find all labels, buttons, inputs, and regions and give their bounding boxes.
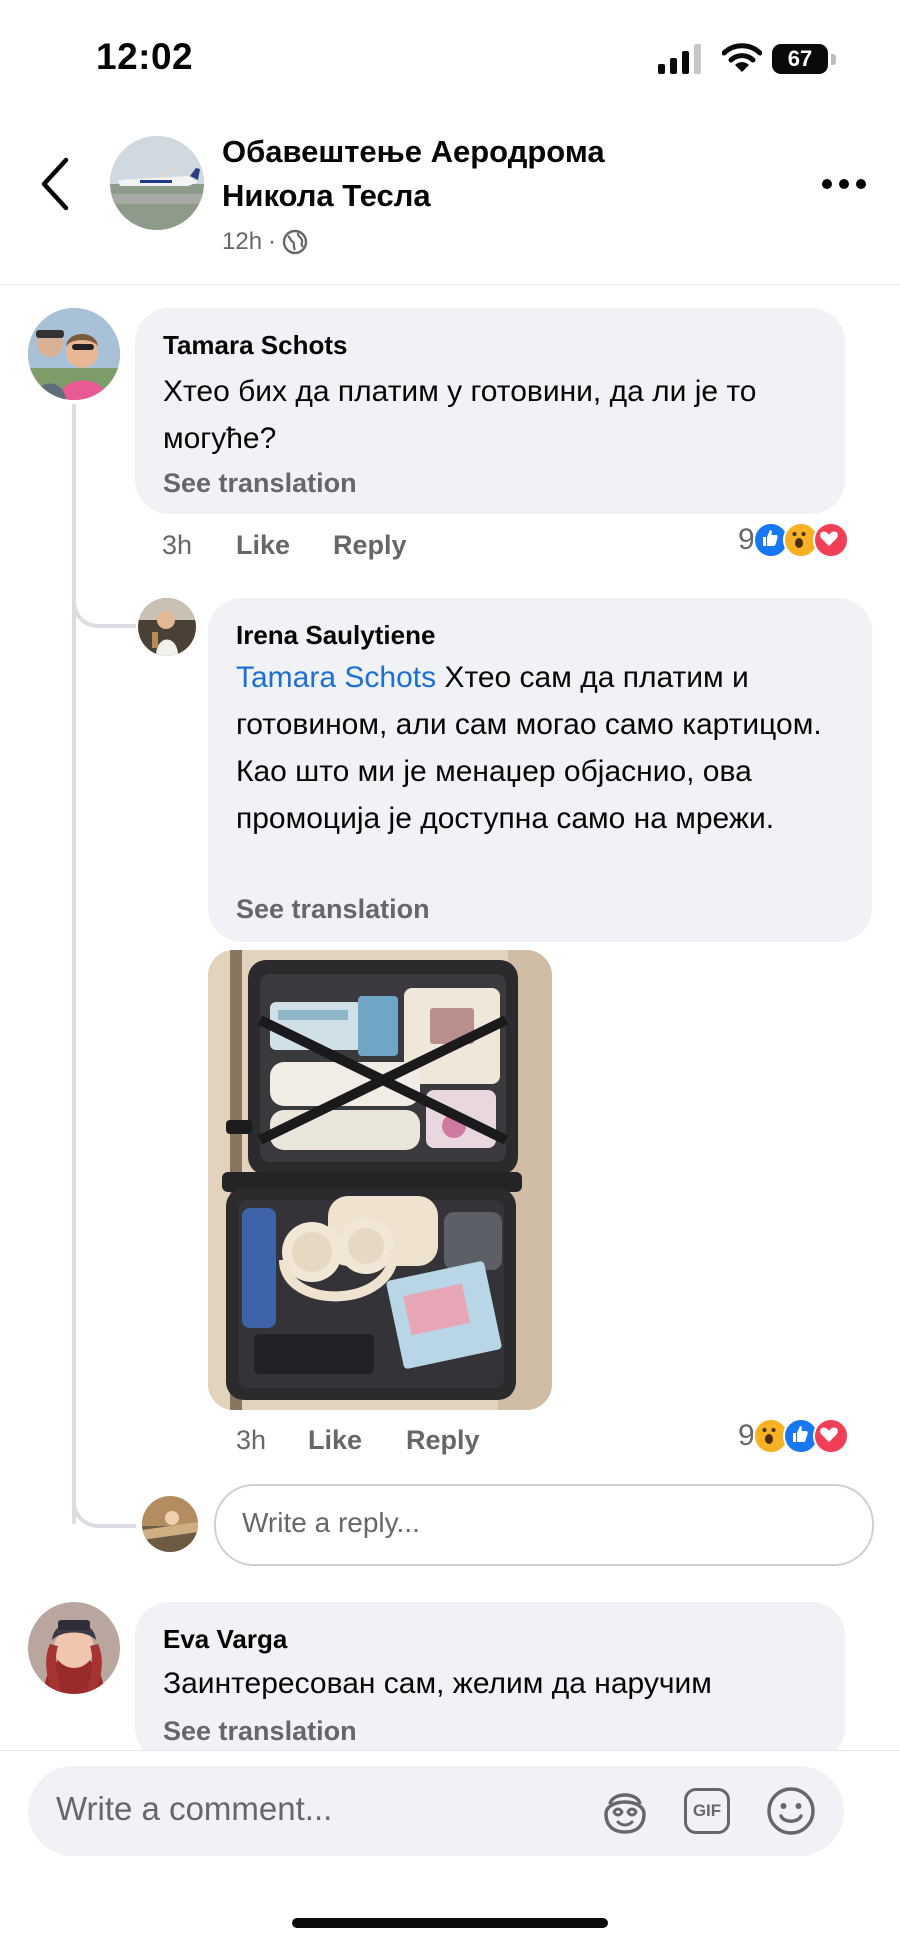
see-translation-link[interactable]: See translation <box>163 1716 357 1747</box>
my-avatar <box>142 1496 198 1552</box>
reply-input-placeholder: Write a reply... <box>242 1507 420 1538</box>
comment-text: Заинтересован сам, желим да наручим <box>163 1667 712 1700</box>
like-button[interactable]: Like <box>308 1425 362 1456</box>
reply-time: 3h <box>236 1425 267 1455</box>
reply-bubble[interactable]: Irena Saulytiene Tamara Schots Хтео сам … <box>208 598 872 942</box>
emoji-icon[interactable] <box>764 1784 818 1838</box>
meta-separator: · <box>268 228 277 255</box>
comment-avatar-tamara[interactable] <box>28 308 120 400</box>
love-reaction-icon <box>812 1418 849 1454</box>
reply-thread-line <box>72 404 76 1524</box>
battery-indicator: 67 <box>772 44 838 76</box>
see-translation-link[interactable]: See translation <box>236 894 430 925</box>
comment-author[interactable]: Eva Varga <box>163 1624 287 1655</box>
comment-bubble[interactable]: Eva Varga Заинтересован сам, желим да на… <box>135 1602 845 1762</box>
like-button[interactable]: Like <box>236 530 290 561</box>
avatar-sticker-icon[interactable] <box>598 1784 652 1838</box>
gif-icon[interactable]: GIF <box>682 1784 736 1838</box>
post-meta: 12h · <box>222 228 308 256</box>
reply-author[interactable]: Irena Saulytiene <box>236 620 435 651</box>
reply-text: Tamara Schots Хтео сам да платим и готов… <box>236 654 856 842</box>
comment-avatar-eva[interactable] <box>28 1602 120 1694</box>
photo-attachment[interactable] <box>208 950 552 1410</box>
home-indicator <box>292 1918 608 1928</box>
status-time: 12:02 <box>96 36 194 77</box>
more-options-icon[interactable] <box>820 176 868 192</box>
page-title[interactable]: Обавештење Аеродрома Никола Тесла <box>222 130 692 218</box>
back-arrow-icon[interactable] <box>38 156 72 212</box>
comment-input-placeholder[interactable]: Write a comment... <box>56 1790 332 1828</box>
love-reaction-icon <box>812 522 849 558</box>
reply-button[interactable]: Reply <box>333 530 407 561</box>
post-timestamp: 12h <box>222 228 263 255</box>
comment-bubble[interactable]: Tamara Schots Хтео бих да платим у готов… <box>135 308 845 514</box>
reply-avatar-irena[interactable] <box>138 598 196 656</box>
globe-icon <box>282 229 308 255</box>
reaction-summary[interactable]: 9 <box>738 1418 849 1454</box>
header-divider <box>0 284 900 285</box>
battery-level: 67 <box>772 44 828 74</box>
reply-thread-branch-1 <box>72 596 136 628</box>
cellular-signal-icon <box>658 44 701 74</box>
gif-label: GIF <box>684 1788 730 1834</box>
comment-author[interactable]: Tamara Schots <box>163 330 347 361</box>
comment-text: Хтео бих да платим у готовини, да ли је … <box>163 375 757 455</box>
reply-input[interactable]: Write a reply... <box>214 1484 874 1566</box>
page-avatar[interactable] <box>110 136 204 230</box>
reply-thread-branch-2 <box>72 1496 136 1528</box>
see-translation-link[interactable]: See translation <box>163 468 357 499</box>
reply-button[interactable]: Reply <box>406 1425 480 1456</box>
mention-link[interactable]: Tamara Schots <box>236 661 436 694</box>
reaction-summary[interactable]: 9 <box>738 522 849 558</box>
wifi-icon <box>722 43 762 72</box>
composer-divider <box>0 1750 900 1751</box>
comment-time: 3h <box>162 530 193 560</box>
